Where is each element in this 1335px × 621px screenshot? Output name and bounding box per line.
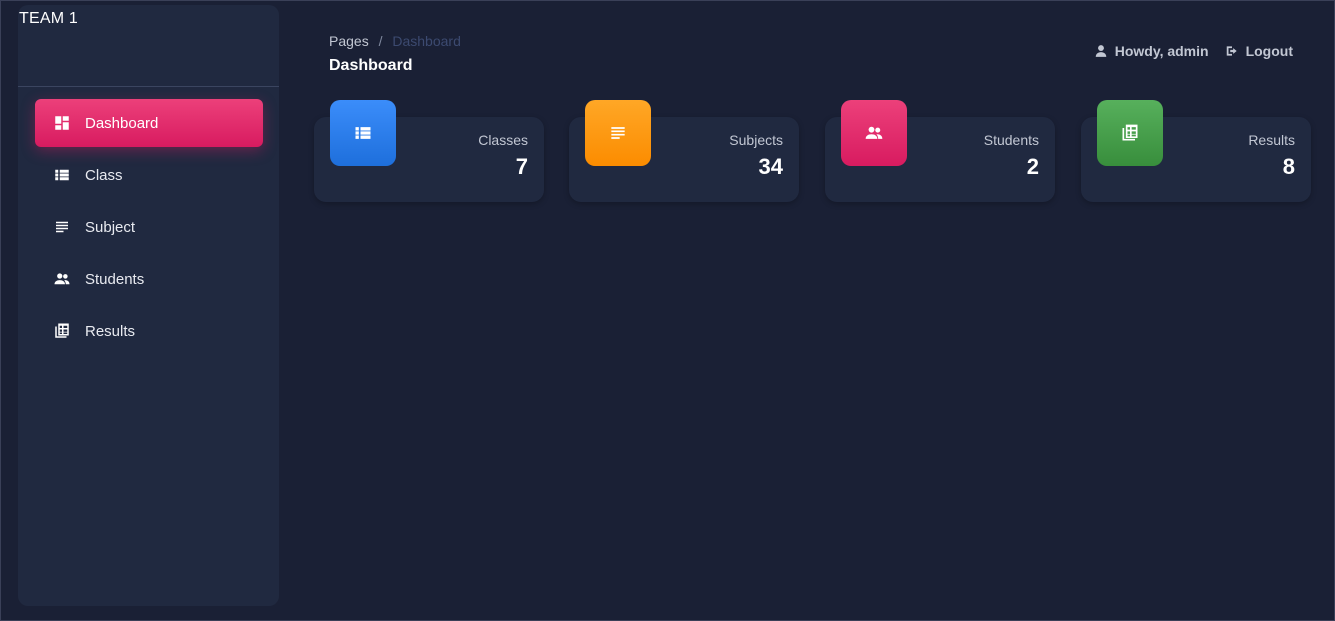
- results-icon: [1097, 100, 1163, 166]
- stat-card-label: Results: [1248, 132, 1295, 148]
- stat-card-value: 34: [758, 154, 783, 179]
- stat-card-value: 8: [1282, 154, 1295, 179]
- sidebar-item-label: Dashboard: [85, 114, 159, 132]
- breadcrumb: Pages / Dashboard: [329, 33, 461, 49]
- subject-icon: [585, 100, 651, 166]
- breadcrumb-root[interactable]: Pages: [329, 33, 369, 49]
- user-greeting-text: Howdy, admin: [1114, 43, 1209, 59]
- list-icon: [330, 100, 396, 166]
- page-title: Dashboard: [329, 57, 413, 74]
- logout-icon: [1226, 46, 1237, 56]
- user-menu: Howdy, admin Logout: [1094, 43, 1293, 59]
- stat-card-students[interactable]: Students 2: [825, 100, 1055, 202]
- brand-title: TEAM 1: [19, 10, 78, 27]
- user-icon: [1095, 45, 1106, 57]
- sidebar-item-results[interactable]: Results: [35, 307, 263, 355]
- user-greeting[interactable]: Howdy, admin: [1094, 43, 1209, 59]
- students-icon: [53, 270, 71, 288]
- breadcrumb-current: Dashboard: [392, 33, 461, 49]
- stat-card-classes[interactable]: Classes 7: [314, 100, 544, 202]
- sidebar-item-students[interactable]: Students: [35, 255, 263, 303]
- sidebar-divider: [18, 86, 279, 87]
- sidebar-item-label: Results: [85, 322, 136, 340]
- results-icon: [53, 322, 71, 340]
- sidebar-item-label: Class: [85, 166, 123, 184]
- logout-button[interactable]: Logout: [1225, 43, 1293, 59]
- students-icon: [841, 100, 907, 166]
- sidebar-item-class[interactable]: Class: [35, 151, 263, 199]
- stat-card-label: Classes: [478, 132, 528, 148]
- sidebar-item-label: Subject: [85, 218, 136, 236]
- sidebar-item-label: Students: [85, 270, 145, 288]
- logout-label: Logout: [1245, 43, 1293, 59]
- subject-icon: [53, 218, 71, 236]
- breadcrumb-separator: /: [378, 33, 383, 49]
- stat-card-label: Subjects: [729, 132, 783, 148]
- stat-card-results[interactable]: Results 8: [1081, 100, 1311, 202]
- sidebar-item-subject[interactable]: Subject: [35, 203, 263, 251]
- stat-card-value: 7: [515, 154, 528, 179]
- sidebar-item-dashboard[interactable]: Dashboard: [35, 99, 263, 147]
- app-frame: TEAM 1 Dashboard Class Subject Students …: [0, 0, 1335, 621]
- stat-card-label: Students: [983, 132, 1039, 148]
- list-icon: [53, 166, 71, 184]
- stat-card-value: 2: [1026, 154, 1039, 179]
- sidebar-nav: Dashboard Class Subject Students Results: [35, 99, 263, 359]
- dashboard-icon: [53, 114, 71, 132]
- sidebar: TEAM 1 Dashboard Class Subject Students …: [18, 5, 279, 606]
- stat-card-subjects[interactable]: Subjects 34: [569, 100, 799, 202]
